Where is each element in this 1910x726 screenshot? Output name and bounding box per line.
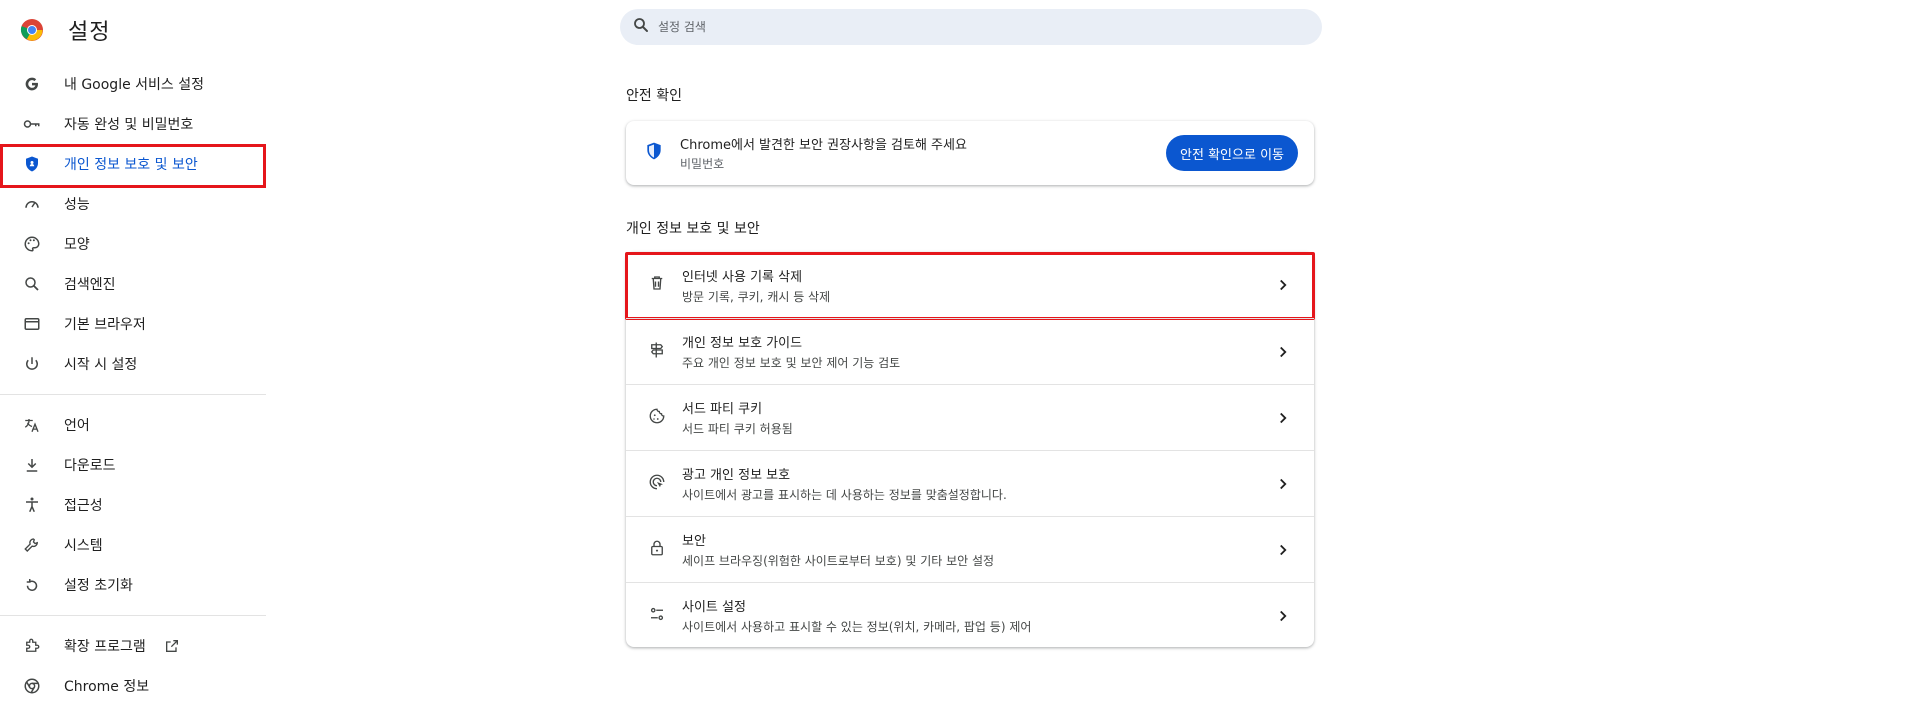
external-link-icon	[164, 638, 180, 654]
chevron-right-icon	[1274, 475, 1292, 493]
chevron-right-icon	[1274, 276, 1292, 294]
sidebar-item-default-browser[interactable]: 기본 브라우저	[0, 304, 266, 344]
sidebar-item-label: 설정 초기화	[64, 578, 133, 594]
cookie-icon	[648, 407, 666, 429]
sidebar-item-label: 시작 시 설정	[64, 357, 138, 373]
chevron-right-icon	[1274, 343, 1292, 361]
safety-check-heading: 안전 확인	[626, 88, 682, 104]
sidebar-item-label: 개인 정보 보호 및 보안	[64, 157, 198, 173]
reset-icon	[22, 575, 42, 595]
row-security[interactable]: 보안 세이프 브라우징(위험한 사이트로부터 보호) 및 기타 보안 설정	[626, 516, 1314, 582]
chevron-right-icon	[1274, 409, 1292, 427]
privacy-card: 인터넷 사용 기록 삭제 방문 기록, 쿠키, 캐시 등 삭제 개인 정보 보호…	[625, 252, 1315, 648]
sidebar-item-system[interactable]: 시스템	[0, 525, 266, 565]
row-subtitle: 서드 파티 쿠키 허용됨	[682, 422, 793, 436]
chevron-right-icon	[1274, 607, 1292, 625]
sidebar-divider	[0, 615, 266, 616]
safety-check-subtitle: 비밀번호	[680, 157, 725, 171]
sidebar-item-languages[interactable]: 언어	[0, 405, 266, 445]
row-subtitle: 사이트에서 광고를 표시하는 데 사용하는 정보를 맞춤설정합니다.	[682, 488, 1007, 502]
search-icon	[632, 16, 650, 38]
sidebar-item-label: Chrome 정보	[64, 679, 150, 695]
sidebar-item-autofill[interactable]: 자동 완성 및 비밀번호	[0, 104, 266, 144]
sidebar-item-label: 시스템	[64, 538, 103, 554]
row-privacy-guide[interactable]: 개인 정보 보호 가이드 주요 개인 정보 보호 및 보안 제어 기능 검토	[626, 318, 1314, 384]
ad-target-icon	[648, 473, 666, 495]
privacy-section-heading: 개인 정보 보호 및 보안	[626, 221, 760, 237]
row-title: 서드 파티 쿠키	[682, 402, 763, 417]
sidebar-item-accessibility[interactable]: 접근성	[0, 485, 266, 525]
key-icon	[22, 114, 42, 134]
sidebar-item-on-startup[interactable]: 시작 시 설정	[0, 344, 266, 384]
translate-icon	[22, 415, 42, 435]
search-icon	[22, 274, 42, 294]
chevron-right-icon	[1274, 541, 1292, 559]
page-title: 설정	[68, 20, 111, 45]
palette-icon	[22, 234, 42, 254]
puzzle-icon	[22, 636, 42, 656]
google-g-icon	[22, 74, 42, 94]
sidebar-divider	[0, 394, 266, 395]
row-title: 사이트 설정	[682, 600, 746, 615]
row-title: 개인 정보 보호 가이드	[682, 336, 803, 351]
sidebar-item-extensions[interactable]: 확장 프로그램	[0, 626, 266, 666]
row-subtitle: 세이프 브라우징(위험한 사이트로부터 보호) 및 기타 보안 설정	[682, 554, 995, 568]
safety-check-title: Chrome에서 발견한 보안 권장사항을 검토해 주세요	[680, 138, 967, 153]
safety-check-card: Chrome에서 발견한 보안 권장사항을 검토해 주세요 비밀번호 안전 확인…	[626, 121, 1314, 185]
go-to-safety-check-button[interactable]: 안전 확인으로 이동	[1166, 135, 1298, 171]
sidebar-item-label: 기본 브라우저	[64, 317, 146, 333]
sidebar-item-google-services[interactable]: 내 Google 서비스 설정	[0, 64, 266, 104]
row-subtitle: 방문 기록, 쿠키, 캐시 등 삭제	[682, 289, 831, 304]
sidebar-item-label: 성능	[64, 197, 90, 213]
row-clear-browsing-data[interactable]: 인터넷 사용 기록 삭제 방문 기록, 쿠키, 캐시 등 삭제	[625, 252, 1315, 320]
row-subtitle: 사이트에서 사용하고 표시할 수 있는 정보(위치, 카메라, 팝업 등) 제어	[682, 620, 1032, 634]
signpost-icon	[648, 341, 666, 363]
accessibility-icon	[22, 495, 42, 515]
sidebar-item-appearance[interactable]: 모양	[0, 224, 266, 264]
sidebar-item-label: 내 Google 서비스 설정	[64, 77, 204, 93]
sidebar-item-label: 검색엔진	[64, 277, 116, 293]
settings-search[interactable]	[620, 9, 1322, 45]
shield-check-icon	[644, 141, 664, 165]
sidebar-item-performance[interactable]: 성능	[0, 184, 266, 224]
speedometer-icon	[22, 194, 42, 214]
search-input[interactable]	[658, 20, 1258, 34]
sidebar-item-about-chrome[interactable]: Chrome 정보	[0, 666, 266, 706]
row-title: 보안	[682, 534, 706, 549]
shield-icon	[22, 154, 42, 174]
sidebar-item-label: 다운로드	[64, 458, 116, 474]
chrome-icon	[22, 676, 42, 696]
sidebar-item-search-engine[interactable]: 검색엔진	[0, 264, 266, 304]
power-icon	[22, 354, 42, 374]
sidebar-item-privacy-security[interactable]: 개인 정보 보호 및 보안	[0, 144, 266, 184]
wrench-icon	[22, 535, 42, 555]
row-subtitle: 주요 개인 정보 보호 및 보안 제어 기능 검토	[682, 356, 901, 370]
sidebar-item-label: 모양	[64, 237, 90, 253]
sidebar-item-reset[interactable]: 설정 초기화	[0, 565, 266, 605]
sidebar-item-label: 접근성	[64, 498, 103, 514]
row-title: 광고 개인 정보 보호	[682, 468, 791, 483]
settings-page: 설정 내 Google 서비스 설정 자동 완성 및 비밀번호 개인 정보 보호…	[0, 0, 1910, 726]
row-third-party-cookies[interactable]: 서드 파티 쿠키 서드 파티 쿠키 허용됨	[626, 384, 1314, 450]
tune-icon	[648, 605, 666, 627]
browser-window-icon	[22, 314, 42, 334]
row-title: 인터넷 사용 기록 삭제	[682, 269, 803, 285]
trash-icon	[648, 274, 666, 296]
brand: 설정	[20, 14, 110, 46]
row-ad-privacy[interactable]: 광고 개인 정보 보호 사이트에서 광고를 표시하는 데 사용하는 정보를 맞춤…	[626, 450, 1314, 516]
sidebar-item-label: 언어	[64, 418, 90, 434]
lock-icon	[648, 539, 666, 561]
sidebar: 내 Google 서비스 설정 자동 완성 및 비밀번호 개인 정보 보호 및 …	[0, 64, 266, 706]
sidebar-item-label: 자동 완성 및 비밀번호	[64, 117, 194, 133]
download-icon	[22, 455, 42, 475]
chrome-logo-icon	[20, 18, 44, 42]
row-site-settings[interactable]: 사이트 설정 사이트에서 사용하고 표시할 수 있는 정보(위치, 카메라, 팝…	[626, 582, 1314, 648]
sidebar-item-label: 확장 프로그램	[64, 639, 146, 655]
sidebar-item-downloads[interactable]: 다운로드	[0, 445, 266, 485]
